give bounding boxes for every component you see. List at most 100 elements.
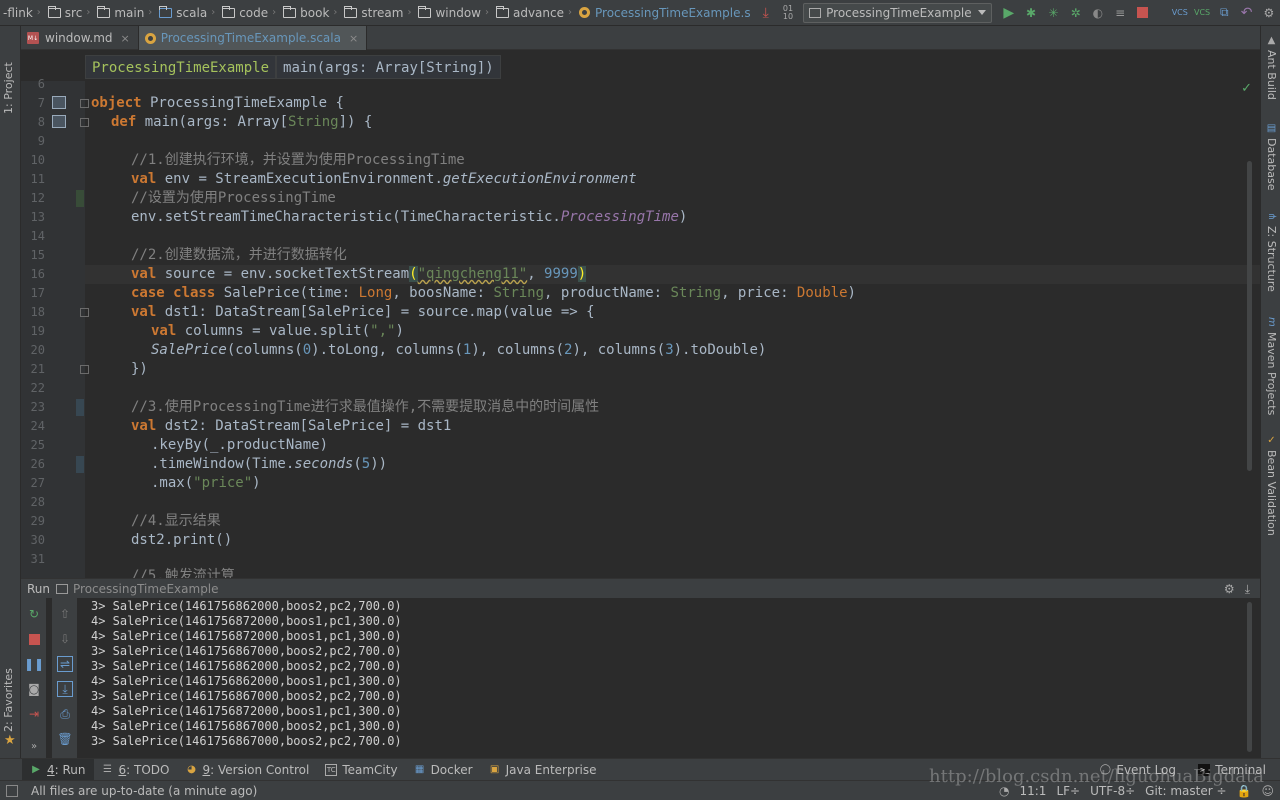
close-icon[interactable]: ×: [349, 32, 358, 45]
code-area[interactable]: object ProcessingTimeExample { def main(…: [85, 81, 1260, 578]
maven-tool-tab[interactable]: m Maven Projects: [1263, 316, 1280, 415]
settings-icon[interactable]: ⚙: [1259, 2, 1279, 24]
line-number: 29: [30, 514, 45, 528]
debug-icon[interactable]: ✱: [1021, 2, 1041, 24]
project-tool-tab[interactable]: 1: Project: [2, 36, 19, 114]
number-literal: 0: [302, 342, 312, 358]
tab-label: TeamCity: [342, 762, 398, 777]
console-line: 3> SalePrice(1461756862000,boos2,pc2,700…: [91, 659, 402, 673]
run-icon[interactable]: ▶: [999, 2, 1019, 24]
binary-icon[interactable]: 01 10: [778, 2, 798, 24]
crumb-code[interactable]: code ›: [219, 0, 280, 26]
close-icon[interactable]: ×: [121, 32, 130, 45]
inspector-icon[interactable]: ☺: [1261, 784, 1274, 798]
breadcrumb-method[interactable]: main(args: Array[String]): [276, 55, 501, 79]
tab-window-md[interactable]: M↓ window.md ×: [21, 26, 139, 50]
vcs-change-marker[interactable]: [76, 456, 84, 473]
favorites-tool-tab[interactable]: 2: Favorites: [2, 666, 19, 732]
structure-tool-tab[interactable]: ⋔ Z: Structure: [1263, 210, 1280, 292]
crumb-advance[interactable]: advance ›: [493, 0, 576, 26]
attach-icon[interactable]: ◐: [1088, 2, 1108, 24]
chevron-right-icon: ›: [272, 7, 277, 18]
crumb-book[interactable]: book ›: [280, 0, 341, 26]
vcs-change-marker[interactable]: [76, 190, 84, 207]
crumb-label: main: [114, 5, 145, 20]
code-text: )): [370, 456, 388, 472]
line-separator[interactable]: LF÷: [1056, 784, 1080, 798]
stop-icon[interactable]: [1132, 2, 1152, 24]
bean-validation-tool-tab[interactable]: ✓ Bean Validation: [1263, 434, 1280, 536]
ant-build-tool-tab[interactable]: ▲ Ant Build: [1263, 34, 1280, 100]
vcs-update-icon[interactable]: VCS: [1170, 2, 1190, 24]
lock-icon[interactable]: 🔒: [1237, 784, 1252, 798]
tab-event-log[interactable]: ◯ Event Log: [1091, 759, 1184, 781]
crumb-label: src: [64, 5, 83, 20]
crumb-src[interactable]: src ›: [45, 0, 95, 26]
vcs-change-marker[interactable]: [76, 399, 84, 416]
coverage-icon[interactable]: ✳: [1043, 2, 1063, 24]
code-text: env = StreamExecutionEnvironment.: [156, 171, 443, 187]
paren-match: (: [409, 266, 418, 282]
more-icon[interactable]: »: [26, 738, 42, 754]
pause-icon[interactable]: ❚❚: [24, 656, 44, 672]
cursor-position[interactable]: 11:1: [1019, 784, 1046, 798]
vcs-commit-icon[interactable]: VCS: [1192, 2, 1212, 24]
tab-run[interactable]: ▶ 4: Run: [22, 758, 94, 781]
hide-panel-icon[interactable]: ⤓: [1245, 582, 1250, 597]
stop-icon[interactable]: [26, 631, 42, 647]
tab-label: Maven Projects: [1265, 332, 1278, 416]
toggle-tool-windows-icon[interactable]: [6, 785, 18, 797]
string-literal: ",": [370, 323, 396, 339]
crumb-scala[interactable]: scala ›: [156, 0, 219, 26]
crumb-window[interactable]: window ›: [415, 0, 493, 26]
chevron-right-icon: ›: [211, 7, 216, 18]
print-icon[interactable]: ⎙: [57, 706, 73, 722]
run-panel-header: Run ProcessingTimeExample ⚙ ⤓: [21, 578, 1260, 598]
run-toolbar-right: ⇧ ⇩ ⇌ ⤓ ⎙ 🗑: [52, 598, 77, 758]
exit-icon[interactable]: ⇥: [26, 706, 42, 722]
profile-icon[interactable]: ✲: [1066, 2, 1086, 24]
crumb-project[interactable]: -flink ›: [0, 0, 45, 26]
editor-scrollbar[interactable]: [1247, 161, 1252, 471]
run-config-tab[interactable]: ProcessingTimeExample: [56, 582, 219, 596]
run-config-label: ProcessingTimeExample: [73, 581, 219, 596]
code-line: val columns = value.split(","): [151, 322, 404, 341]
arrow-down-icon[interactable]: ⇩: [57, 631, 73, 647]
soft-wrap-icon[interactable]: ⇌: [57, 656, 73, 672]
tab-teamcity[interactable]: TC TeamCity: [317, 759, 405, 781]
run-console[interactable]: ↻ ❚❚ ◙ ⇥ » ⇧ ⇩ ⇌ ⤓ ⎙ 🗑 3> SalePrice(1461…: [21, 598, 1260, 758]
revert-icon[interactable]: ↶: [1236, 2, 1256, 24]
database-tool-tab[interactable]: ▤ Database: [1263, 122, 1280, 191]
tab-java-enterprise[interactable]: ▣ Java Enterprise: [481, 759, 605, 781]
crumb-main[interactable]: main ›: [94, 0, 156, 26]
rerun-icon[interactable]: ↻: [26, 606, 42, 622]
implemented-icon[interactable]: [52, 115, 66, 128]
tab-number: 4: [47, 762, 55, 777]
scroll-end-icon[interactable]: ⤓: [57, 681, 73, 697]
build-icon[interactable]: ⤓: [756, 2, 776, 24]
trash-icon[interactable]: 🗑: [57, 731, 73, 747]
arrow-up-icon[interactable]: ⇧: [57, 606, 73, 622]
gear-icon[interactable]: ⚙: [1224, 582, 1235, 597]
structure-icon: ⋔: [1266, 211, 1277, 221]
code-editor[interactable]: ProcessingTimeExample main(args: Array[S…: [21, 51, 1260, 578]
camera-icon[interactable]: ◙: [26, 681, 42, 697]
power-save-icon[interactable]: ◔: [999, 784, 1009, 798]
tab-terminal[interactable]: >_ Terminal: [1190, 759, 1274, 781]
run-config-select[interactable]: ProcessingTimeExample: [803, 2, 992, 23]
tab-version-control[interactable]: ◕ 9: Version Control: [177, 759, 317, 781]
vcs-compare-icon[interactable]: ⧉: [1214, 2, 1234, 24]
implemented-icon[interactable]: [52, 96, 66, 109]
tab-todo[interactable]: ☰ 6: TODO: [94, 759, 178, 781]
tab-processing-time-example[interactable]: ProcessingTimeExample.scala ×: [138, 26, 368, 50]
list-icon[interactable]: ≡: [1110, 2, 1130, 24]
todo-icon: ☰: [103, 764, 112, 775]
crumb-stream[interactable]: stream ›: [341, 0, 415, 26]
breadcrumb-object[interactable]: ProcessingTimeExample: [85, 55, 277, 79]
encoding[interactable]: UTF-8÷: [1090, 784, 1135, 798]
git-branch[interactable]: Git: master ÷: [1145, 784, 1226, 798]
tab-docker[interactable]: ▦ Docker: [406, 759, 481, 781]
console-scrollbar[interactable]: [1247, 602, 1252, 752]
crumb-file[interactable]: ProcessingTimeExample.s: [576, 0, 755, 26]
folder-icon: [222, 5, 236, 18]
